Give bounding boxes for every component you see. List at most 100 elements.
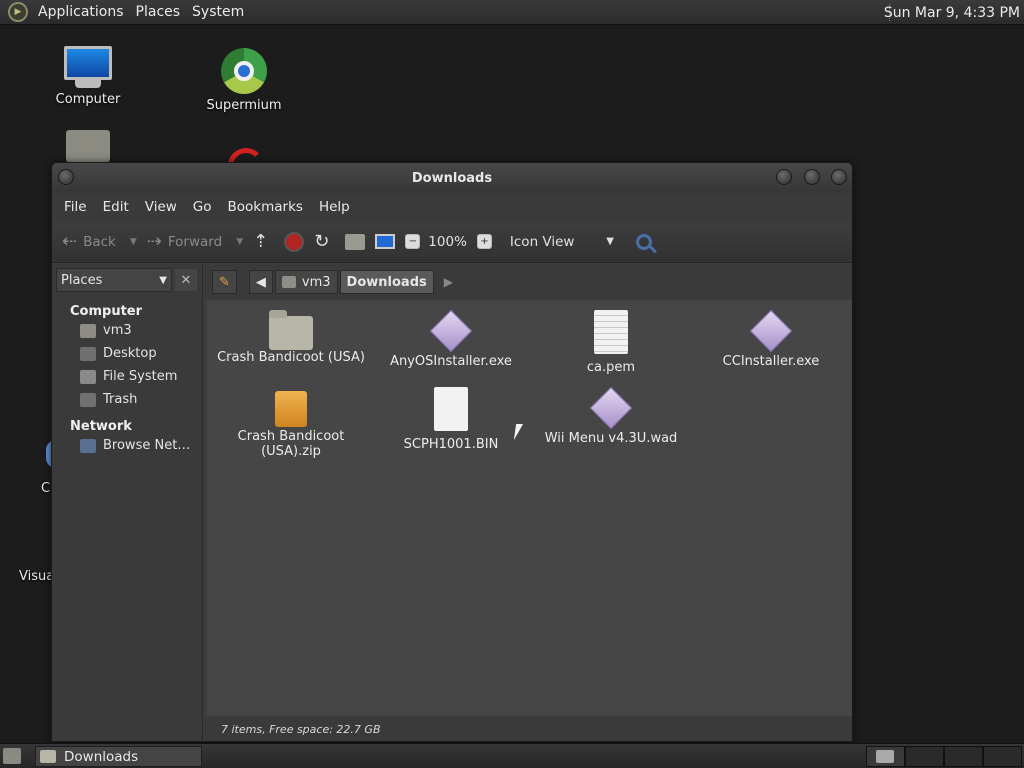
workspace-4[interactable] [983,746,1022,767]
archive-icon [275,391,307,427]
reload-icon: ↻ [314,231,330,252]
computer-button[interactable] [375,234,396,249]
file-manager-window: Downloads File Edit View Go Bookmarks He… [51,162,853,742]
toolbar: ⇠ Back ▼ ⇢ Forward ▼ ⇡ ↻ − 100% + Icon V… [52,221,852,263]
path-button-vm3[interactable]: vm3 [274,270,338,294]
clock[interactable]: Sun Mar 9, 4:33 PM [884,0,1020,25]
sidebar-item-browse-network[interactable]: Browse Net… [52,434,202,457]
system-menu[interactable]: System [186,0,250,25]
sidebar: Places ▼ ✕ Computer vm3 Desktop File Sys… [52,264,203,741]
sidebar-item-trash[interactable]: Trash [52,388,202,411]
menu-go[interactable]: Go [185,199,220,215]
folder-icon [40,750,56,763]
zoom-out-icon: − [405,234,421,249]
home-icon [281,276,296,288]
desktop-icon-label: Supermium [206,98,282,113]
top-panel: ▶ Applications Places System Sun Mar 9, … [0,0,1024,25]
stop-button[interactable] [284,231,305,252]
up-arrow-icon: ⇡ [253,231,269,252]
chevron-left-icon: ◀ [255,274,266,290]
workspace-2[interactable] [905,746,944,767]
home-button[interactable] [345,233,366,250]
sidebar-item-file-system[interactable]: File System [52,365,202,388]
distro-logo-icon[interactable]: ▶ [8,2,28,22]
zoom-in-button[interactable]: + [476,234,500,249]
workspace-3[interactable] [944,746,983,767]
chevron-down-icon[interactable]: ▼ [236,237,243,247]
desktop-icon-label: Computer [55,92,121,107]
close-sidebar-button[interactable]: ✕ [175,269,197,291]
menubar: File Edit View Go Bookmarks Help [52,193,852,221]
sidebar-section-network: Network [70,419,132,434]
workspace-switcher [866,746,1024,767]
forward-button[interactable]: ⇢ Forward ▼ [147,231,243,252]
search-button[interactable] [635,233,652,250]
text-file-icon [594,310,628,354]
desktop-icon-label: C [41,481,51,496]
sidebar-section-computer: Computer [70,304,143,319]
chevron-down-icon: ▼ [606,236,614,247]
path-button-downloads[interactable]: Downloads [339,270,434,294]
zoom-in-icon: + [476,234,492,249]
show-desktop-icon[interactable] [3,748,21,764]
close-button[interactable] [831,169,847,185]
maximize-button[interactable] [804,169,820,185]
desktop-icon-computer[interactable]: Computer [38,46,138,107]
desktop-icon-supermium[interactable]: Supermium [194,48,294,113]
monitor-icon [64,46,112,80]
reload-button[interactable]: ↻ [314,231,335,252]
sidebar-item-desktop[interactable]: Desktop [52,342,202,365]
home-folder-icon[interactable] [66,130,110,162]
path-scroll-left-button[interactable]: ◀ [248,270,273,294]
folder-icon [876,750,894,763]
back-button[interactable]: ⇠ Back ▼ [62,231,137,252]
window-menu-button[interactable] [58,169,74,185]
menu-help[interactable]: Help [311,199,358,215]
window-titlebar[interactable]: Downloads [52,163,852,193]
file-icon-view[interactable]: Crash Bandicoot (USA) AnyOSInstaller.exe… [207,300,852,716]
menu-bookmarks[interactable]: Bookmarks [220,199,311,215]
computer-icon [375,234,396,249]
file-item[interactable]: SCPH1001.BIN [371,387,531,452]
applications-menu[interactable]: Applications [32,0,130,25]
trash-icon [80,392,96,407]
edit-icon: ✎ [219,274,230,290]
bottom-panel: Downloads [0,743,1024,768]
zoom-out-button[interactable]: − 100% [405,234,467,250]
home-icon [345,233,366,250]
zoom-level: 100% [428,233,467,250]
blank-file-icon [434,387,468,431]
desktop-icon-label: Visua [19,569,55,584]
file-item[interactable]: Crash Bandicoot (USA) [211,310,371,365]
file-item[interactable]: AnyOSInstaller.exe [371,309,531,369]
status-bar: 7 items, Free space: 22.7 GB [204,716,852,741]
forward-arrow-icon: ⇢ [146,231,162,252]
window-title: Downloads [411,170,493,186]
toggle-location-entry-button[interactable]: ✎ [212,270,237,294]
view-mode-select[interactable]: Icon View ▼ [510,234,614,250]
chevron-down-icon[interactable]: ▼ [130,237,137,247]
minimize-button[interactable] [776,169,792,185]
file-item[interactable]: ca.pem [531,310,691,375]
menu-view[interactable]: View [137,199,185,215]
workspace-1[interactable] [866,746,905,767]
menu-file[interactable]: File [56,199,95,215]
chevron-down-icon: ▼ [159,274,167,286]
chevron-right-icon[interactable]: ▶ [444,275,453,289]
file-item[interactable]: CCInstaller.exe [691,309,851,369]
places-menu[interactable]: Places [130,0,187,25]
network-icon [80,438,96,453]
location-bar: ✎ ◀ vm3 Downloads ▶ [204,264,852,300]
up-button[interactable]: ⇡ [253,231,274,252]
taskbar-button-downloads[interactable]: Downloads [35,746,202,767]
file-item[interactable]: Wii Menu v4.3U.wad [531,386,691,446]
desktop-icon [80,346,96,361]
drive-icon [80,369,96,384]
file-item[interactable]: Crash Bandicoot (USA).zip [211,387,371,459]
search-icon [635,233,652,250]
sidebar-type-select[interactable]: Places ▼ [56,268,172,292]
menu-edit[interactable]: Edit [95,199,137,215]
browser-icon [221,48,267,94]
sidebar-item-vm3[interactable]: vm3 [52,319,202,342]
folder-icon [269,310,313,350]
